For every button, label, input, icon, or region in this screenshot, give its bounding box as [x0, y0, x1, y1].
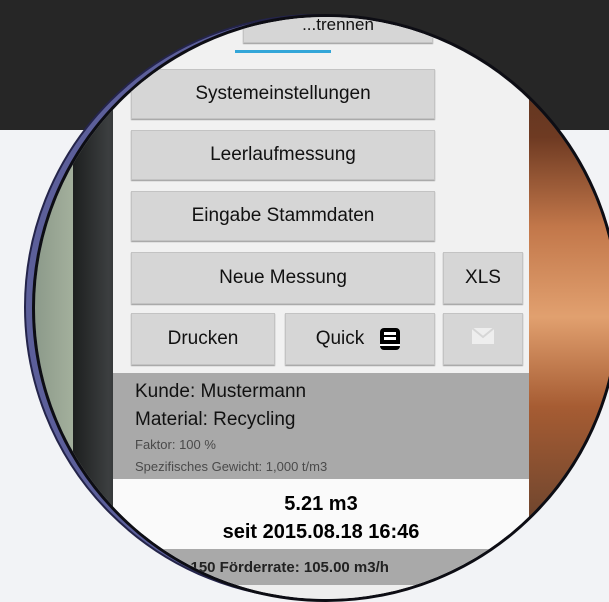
print-button[interactable]: Drucken — [131, 313, 275, 365]
bottom-area — [113, 585, 529, 599]
quick-print-label: Quick — [315, 328, 365, 349]
mail-icon — [471, 327, 495, 351]
specific-weight-text: Spezifisches Gewicht: 1,000 t/m3 — [135, 459, 328, 474]
xls-export-label: XLS — [465, 267, 501, 288]
new-measurement-label: Neue Messung — [219, 267, 347, 288]
mail-button[interactable] — [443, 313, 523, 365]
conveyor-rate-text: M:150 Förderrate: 105.00 m3/h — [173, 558, 389, 576]
idle-measurement-button[interactable]: Leerlaufmessung — [131, 130, 435, 180]
job-info-panel: Kunde: Mustermann Material: Recycling Fa… — [113, 373, 529, 479]
measurement-result: 5.21 m3 seit 2015.08.18 16:46 — [113, 479, 529, 549]
idle-measurement-label: Leerlaufmessung — [210, 144, 356, 165]
material-text: Material: Recycling — [135, 409, 296, 430]
factor-text: Faktor: 100 % — [135, 437, 216, 452]
photo-hand — [525, 17, 609, 599]
tab-indicator — [235, 50, 331, 53]
printer-icon — [376, 325, 404, 353]
conveyor-rate-bar: M:150 Förderrate: 105.00 m3/h — [113, 549, 529, 585]
volume-value: 5.21 m3 — [284, 493, 358, 515]
system-settings-label: Systemeinstellungen — [195, 83, 371, 104]
quick-print-button[interactable]: Quick — [285, 313, 435, 365]
app-screen: ...trennen Systemeinstellungen Leerlaufm… — [113, 15, 529, 599]
customer-text: Kunde: Mustermann — [135, 381, 307, 402]
xls-export-button[interactable]: XLS — [443, 252, 523, 304]
master-data-label: Eingabe Stammdaten — [191, 205, 375, 226]
disconnect-button-label: ...trennen — [302, 15, 374, 34]
new-measurement-button[interactable]: Neue Messung — [131, 252, 435, 304]
since-timestamp: seit 2015.08.18 16:46 — [222, 521, 420, 543]
system-settings-button[interactable]: Systemeinstellungen — [131, 69, 435, 119]
magnifier-lens: ...trennen Systemeinstellungen Leerlaufm… — [32, 14, 609, 602]
print-label: Drucken — [167, 328, 239, 349]
disconnect-button[interactable]: ...trennen — [243, 15, 433, 43]
master-data-button[interactable]: Eingabe Stammdaten — [131, 191, 435, 241]
magnifier-frame: ...trennen Systemeinstellungen Leerlaufm… — [24, 14, 609, 602]
